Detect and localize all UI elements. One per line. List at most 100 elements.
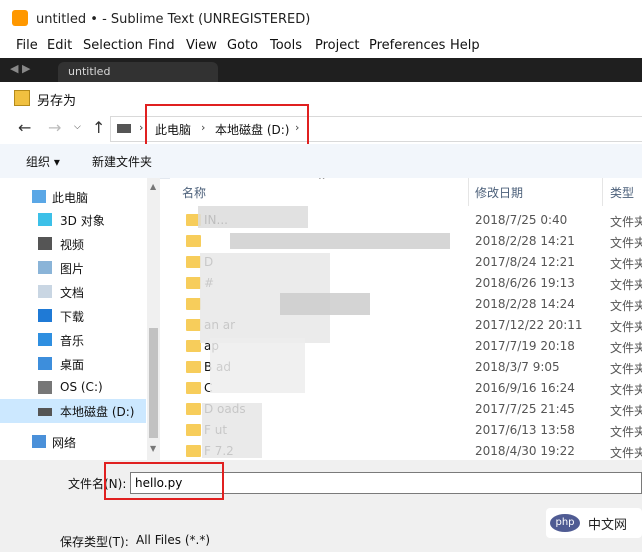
menu-help[interactable]: Help xyxy=(450,38,480,53)
forward-arrow-icon[interactable]: → xyxy=(48,118,61,137)
file-type: 文件夹 xyxy=(610,215,642,229)
dialog-icon xyxy=(14,90,30,106)
file-date: 2017/6/13 13:58 xyxy=(475,423,575,437)
column-header-date[interactable]: 修改日期 xyxy=(475,184,523,201)
privacy-mosaic xyxy=(280,293,370,315)
sidebar-item-drive-d[interactable]: 本地磁盘 (D:) xyxy=(0,399,146,423)
column-divider[interactable] xyxy=(602,178,603,206)
new-folder-button[interactable]: 新建文件夹 xyxy=(92,153,152,170)
highlight-box-address xyxy=(145,104,309,146)
drive-icon xyxy=(38,408,52,416)
download-icon xyxy=(38,309,52,322)
menu-goto[interactable]: Goto xyxy=(227,38,258,53)
file-type: 文件夹 xyxy=(610,404,642,418)
desktop-icon xyxy=(38,357,52,370)
menu-bar: File Edit Selection Find View Goto Tools… xyxy=(0,34,642,58)
scroll-down-icon[interactable]: ▼ xyxy=(150,444,156,453)
back-arrow-icon[interactable]: ← xyxy=(18,118,31,137)
scroll-up-icon[interactable]: ▲ xyxy=(150,182,156,191)
privacy-mosaic xyxy=(198,206,308,228)
folder-icon xyxy=(186,424,201,436)
navigation-pane: 此电脑 3D 对象 视频 图片 文档 下载 音乐 桌面 OS (C:) 本地磁盘… xyxy=(0,178,160,460)
organize-button[interactable]: 组织 ▾ xyxy=(26,153,60,170)
column-header-type[interactable]: 类型 xyxy=(610,184,634,201)
sublime-app-icon xyxy=(12,10,28,26)
sidebar-item-network[interactable]: 网络 xyxy=(0,430,146,454)
sidebar-item-downloads[interactable]: 下载 xyxy=(0,304,146,328)
sidebar-item-desktop[interactable]: 桌面 xyxy=(0,352,146,376)
sort-ascending-icon: ^ xyxy=(318,178,326,186)
menu-find[interactable]: Find xyxy=(148,38,175,53)
tab-nav-arrows-icon[interactable]: ◀ ▶ xyxy=(10,62,30,75)
filetype-label: 保存类型(T): xyxy=(60,535,129,549)
menu-file[interactable]: File xyxy=(16,38,38,53)
privacy-mosaic xyxy=(210,338,305,393)
column-header-name[interactable]: 名称 xyxy=(182,184,206,201)
menu-preferences[interactable]: Preferences xyxy=(369,38,445,53)
sidebar-item-this-pc[interactable]: 此电脑 xyxy=(0,185,146,209)
php-logo-icon: php xyxy=(550,514,580,532)
video-icon xyxy=(38,237,52,250)
sidebar-item-label: 本地磁盘 (D:) xyxy=(60,405,135,419)
menu-selection[interactable]: Selection xyxy=(83,38,143,53)
file-type: 文件夹 xyxy=(610,278,642,292)
watermark-text: 中文网 xyxy=(588,518,628,533)
file-date: 2017/7/19 20:18 xyxy=(475,339,575,353)
column-divider[interactable] xyxy=(468,178,469,206)
sidebar-item-music[interactable]: 音乐 xyxy=(0,328,146,352)
sidebar-item-label: 下载 xyxy=(60,310,85,324)
file-date: 2018/2/28 14:21 xyxy=(475,234,575,248)
menu-view[interactable]: View xyxy=(186,38,217,53)
php-watermark: php 中文网 xyxy=(546,508,642,538)
folder-icon xyxy=(186,319,201,331)
privacy-mosaic xyxy=(230,233,450,249)
sidebar-item-os-c[interactable]: OS (C:) xyxy=(0,376,146,400)
sidebar-item-label: 文档 xyxy=(60,286,85,300)
folder-icon xyxy=(186,298,201,310)
sidebar-item-label: 3D 对象 xyxy=(60,214,105,228)
sidebar-item-videos[interactable]: 视频 xyxy=(0,232,146,256)
file-type: 文件夹 xyxy=(610,257,642,271)
sidebar-scrollbar[interactable]: ▲ ▼ xyxy=(147,178,160,460)
network-icon xyxy=(32,435,46,448)
file-type: 文件夹 xyxy=(610,383,642,397)
folder-icon xyxy=(186,361,201,373)
sidebar-item-label: 视频 xyxy=(60,238,85,252)
file-type: 文件夹 xyxy=(610,362,642,376)
file-type: 文件夹 xyxy=(610,320,642,334)
file-list: ^ 名称 修改日期 类型 IN...2018/7/25 0:40文件夹2018/… xyxy=(170,178,642,460)
dialog-titlebar: 另存为 xyxy=(0,82,642,112)
file-date: 2016/9/16 16:24 xyxy=(475,381,575,395)
dialog-title: 另存为 xyxy=(37,94,77,109)
folder-icon xyxy=(186,277,201,289)
sidebar-item-pictures[interactable]: 图片 xyxy=(0,256,146,280)
up-arrow-icon[interactable]: ↑ xyxy=(92,118,105,137)
computer-icon xyxy=(32,190,46,203)
file-date: 2018/7/25 0:40 xyxy=(475,213,568,227)
menu-project[interactable]: Project xyxy=(315,38,359,53)
sidebar-item-label: 网络 xyxy=(52,436,77,450)
tab-untitled[interactable]: untitled xyxy=(58,62,218,82)
folder-icon xyxy=(186,445,201,457)
image-icon xyxy=(38,261,52,274)
folder-icon xyxy=(186,403,201,415)
dialog-toolbar: 组织 ▾ 新建文件夹 xyxy=(0,144,642,179)
sidebar-item-documents[interactable]: 文档 xyxy=(0,280,146,304)
scrollbar-thumb[interactable] xyxy=(149,328,158,438)
menu-tools[interactable]: Tools xyxy=(270,38,302,53)
recent-dropdown-icon[interactable]: ⌵ xyxy=(74,122,81,132)
folder-icon xyxy=(186,382,201,394)
file-date: 2017/7/25 21:45 xyxy=(475,402,575,416)
window-title: untitled • - Sublime Text (UNREGISTERED) xyxy=(36,12,311,27)
menu-edit[interactable]: Edit xyxy=(47,38,72,53)
file-date: 2017/8/24 12:21 xyxy=(475,255,575,269)
cube-icon xyxy=(38,213,52,226)
window-titlebar: untitled • - Sublime Text (UNREGISTERED) xyxy=(0,0,642,34)
folder-icon xyxy=(186,256,201,268)
drive-icon xyxy=(38,381,52,394)
chevron-right-icon[interactable]: › xyxy=(139,121,143,134)
sidebar-item-label: 此电脑 xyxy=(52,191,89,205)
sidebar-item-3d-objects[interactable]: 3D 对象 xyxy=(0,208,146,232)
drive-icon xyxy=(117,124,131,133)
file-date: 2018/6/26 19:13 xyxy=(475,276,575,290)
